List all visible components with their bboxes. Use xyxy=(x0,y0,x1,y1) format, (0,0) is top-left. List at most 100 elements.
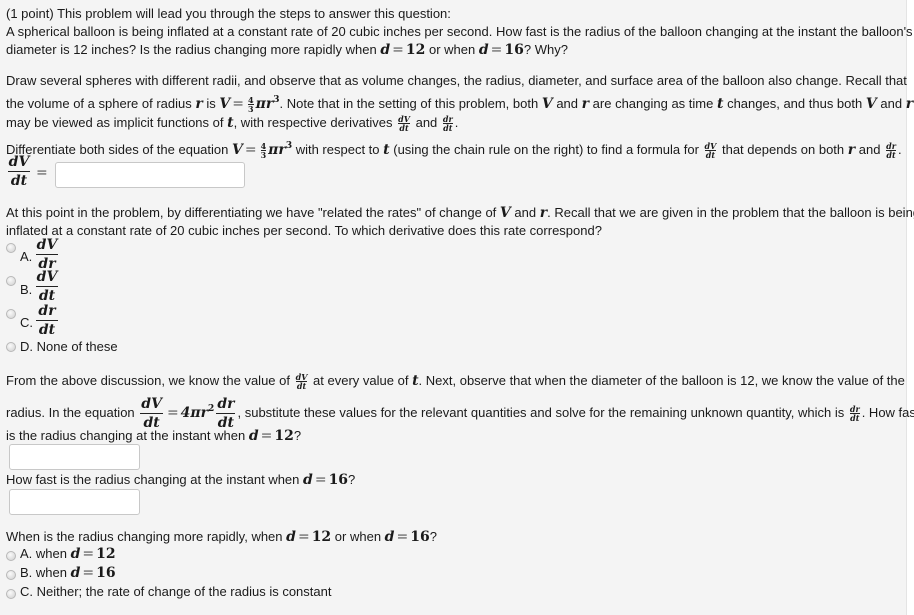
option-c-fraction: dr dt xyxy=(36,304,58,337)
math-16: 16 xyxy=(328,472,349,488)
problem-statement-line-1: A spherical balloon is being inflated at… xyxy=(6,24,913,39)
math-16: 16 xyxy=(504,42,524,58)
denominator: dt xyxy=(399,123,409,134)
denominator: dt xyxy=(443,123,453,134)
text: ? xyxy=(348,472,356,487)
letter: A. xyxy=(20,546,33,561)
text: is xyxy=(206,96,216,111)
text: . xyxy=(454,115,459,130)
math-4-pi-r: 4πr xyxy=(180,405,209,421)
denominator: 3 xyxy=(248,104,254,115)
math-12: 12 xyxy=(274,428,294,444)
numerator: dV xyxy=(141,396,162,413)
exponent: 2 xyxy=(208,404,215,414)
fraction-four-thirds: 43 xyxy=(260,142,267,161)
fraction-bar xyxy=(8,171,30,172)
text: . Note that in the setting of this probl… xyxy=(279,96,539,111)
math-equals: = xyxy=(297,529,310,545)
letter: B. xyxy=(20,565,33,580)
math-r: r xyxy=(278,142,286,158)
fraction-dV-dt: dV dt xyxy=(704,141,717,159)
numerator: dV xyxy=(295,372,308,383)
fraction-dV-dt: dV dt xyxy=(140,396,163,431)
math-equals: = xyxy=(396,529,409,545)
option-b-letter: B. xyxy=(20,282,33,297)
part1-line-2: the volume of a sphere of radius r is V =… xyxy=(6,91,913,113)
math-equals: = xyxy=(314,472,327,488)
part3-question-d16: How fast is the radius changing at the i… xyxy=(6,471,355,489)
text: When is the radius changing more rapidly… xyxy=(6,529,283,544)
part4-option-b-radio[interactable] xyxy=(6,570,16,580)
text: From the above discussion, we know the v… xyxy=(6,373,290,388)
math-equals: = xyxy=(244,142,257,158)
part1-line-3: may be viewed as implicit functions of t… xyxy=(6,114,458,132)
math-V: V xyxy=(499,205,511,221)
problem-panel: (1 point) This problem will lead you thr… xyxy=(0,0,914,615)
part3-line-3: is the radius changing at the instant wh… xyxy=(6,427,301,445)
math-d: d xyxy=(70,546,81,562)
option-c-radio[interactable] xyxy=(6,309,16,319)
text: is the radius changing at the instant wh… xyxy=(6,428,246,443)
part4-option-b-label: B. when d = 16 xyxy=(20,565,116,581)
part4-option-c-radio[interactable] xyxy=(6,589,16,599)
option-b-fraction: dV dt xyxy=(36,270,58,303)
text: when xyxy=(35,546,67,561)
numerator: dr xyxy=(442,114,453,125)
numerator: dV xyxy=(704,141,717,152)
text: At this point in the problem, by differe… xyxy=(6,205,497,220)
exponent: 3 xyxy=(285,141,293,151)
text: diameter is 12 inches? Is the radius cha… xyxy=(6,42,377,57)
math-equals: = xyxy=(490,42,503,58)
denominator: dt xyxy=(886,150,896,161)
numerator: dV xyxy=(8,154,30,170)
math-t: t xyxy=(716,96,724,112)
denominator: dt xyxy=(38,322,56,338)
radius-rate-d16-input[interactable] xyxy=(9,489,140,515)
numerator: dr xyxy=(849,404,860,415)
math-equals: = xyxy=(36,165,48,181)
math-equals: = xyxy=(232,96,244,112)
text: when xyxy=(35,565,67,580)
denominator: 3 xyxy=(260,150,267,161)
part4-option-a-label: A. when d = 12 xyxy=(20,546,116,562)
dV-dt-label: dV dt xyxy=(8,155,30,188)
radius-rate-d12-input[interactable] xyxy=(9,444,140,470)
text: radius. In the equation xyxy=(6,405,135,420)
math-V: V xyxy=(541,96,553,112)
math-12: 12 xyxy=(405,42,426,58)
denominator: dt xyxy=(10,173,28,189)
fraction-bar xyxy=(216,413,236,415)
text: . How fast xyxy=(861,405,914,420)
option-b-radio[interactable] xyxy=(6,276,16,286)
option-d-radio[interactable] xyxy=(6,342,16,352)
problem-statement-line-2: diameter is 12 inches? Is the radius cha… xyxy=(6,41,568,59)
text: or when xyxy=(428,42,476,57)
math-t: t xyxy=(383,142,390,158)
option-d-label: D. None of these xyxy=(20,339,118,355)
math-d: d xyxy=(70,565,81,581)
fraction-dV-dt: dV dt xyxy=(295,372,308,392)
dV-dt-answer-input[interactable] xyxy=(55,162,245,188)
part1-line-1: Draw several spheres with different radi… xyxy=(6,73,907,88)
math-d: d xyxy=(384,529,395,545)
fraction-dr-dt: dr dt xyxy=(216,396,236,431)
numerator: dr xyxy=(886,141,896,152)
math-d: d xyxy=(303,472,313,488)
part3-line-1: From the above discussion, we know the v… xyxy=(6,372,905,390)
text: . xyxy=(897,142,902,157)
math-d: d xyxy=(286,529,296,545)
denominator: dt xyxy=(296,381,307,392)
text: and xyxy=(415,115,438,130)
fraction-bar xyxy=(36,286,58,287)
math-equals: = xyxy=(166,405,179,421)
problem-header: (1 point) This problem will lead you thr… xyxy=(6,6,451,21)
math-r: r xyxy=(905,96,914,112)
text: may be viewed as implicit functions of xyxy=(6,115,224,130)
option-a-radio[interactable] xyxy=(6,243,16,253)
text: ? xyxy=(293,428,302,443)
math-d: d xyxy=(380,42,391,58)
text: changes, and thus both xyxy=(727,96,863,111)
numerator: dr xyxy=(217,396,235,413)
text: and xyxy=(514,205,537,220)
part4-option-a-radio[interactable] xyxy=(6,551,16,561)
